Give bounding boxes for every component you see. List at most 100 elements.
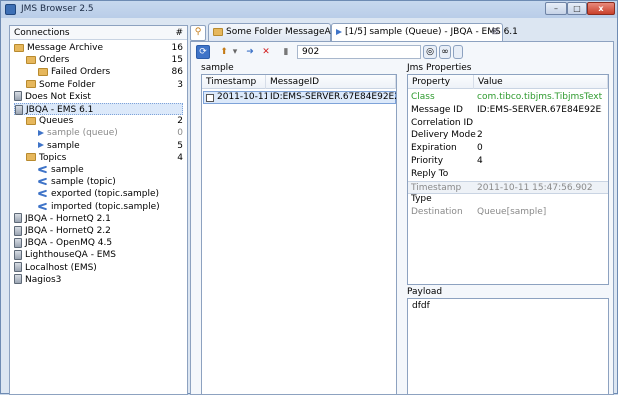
tree-item-label: sample (queue) — [47, 128, 118, 139]
jms-properties-table: Property Value Class com.tibco.tibjms.Tib… — [407, 74, 609, 285]
property-row-expiration[interactable]: Expiration 0 — [408, 142, 608, 155]
window-title: JMS Browser 2.5 — [21, 4, 94, 14]
binoculars-icon[interactable]: ∞ — [439, 45, 451, 59]
clear-filter-icon[interactable] — [453, 45, 463, 59]
property-key: Destination — [411, 207, 463, 218]
tab-sample-queue[interactable]: [1/5] sample (Queue) - JBQA - EMS 6.1 ⊠ — [331, 23, 518, 41]
property-row-message-id[interactable]: Message ID ID:EMS-SERVER.67E84E92E21025..… — [408, 104, 608, 117]
tree-item-label: JBQA - HornetQ 2.2 — [25, 226, 111, 236]
tree-item-count: 0 — [177, 128, 183, 139]
server-icon — [14, 237, 22, 248]
table-row[interactable]: 2011-10-11 ... ID:EMS-SERVER.67E84E92E21… — [203, 91, 396, 104]
close-window-button[interactable]: x — [587, 2, 615, 15]
property-row-priority[interactable]: Priority 4 — [408, 155, 608, 168]
tree-item-label: Topics — [39, 152, 67, 163]
delete-icon[interactable]: ✕ — [259, 45, 273, 59]
property-key: Expiration — [411, 143, 457, 154]
server-icon — [14, 262, 22, 273]
tree-item-lighthouseqa-ems[interactable]: LighthouseQA - EMS — [14, 249, 116, 261]
tree-item-failed-orders[interactable]: Failed Orders — [38, 66, 110, 78]
export-icon[interactable]: ⬆ — [217, 45, 231, 59]
folder-icon — [26, 55, 36, 64]
property-row-correlation-id[interactable]: Correlation ID — [408, 117, 608, 130]
tree-item-exported-topic-sample[interactable]: exported (topic.sample) — [38, 188, 159, 200]
tree-item-nagios3[interactable]: Nagios3 — [14, 274, 61, 286]
tab-some-folder[interactable]: Some Folder MessageArchive — [208, 23, 358, 41]
connections-header: Connections # — [10, 26, 187, 40]
tree-item-label: sample — [51, 165, 84, 175]
tree-item-label: imported (topic.sample) — [51, 201, 160, 212]
filter-input[interactable]: 902 — [297, 45, 421, 59]
connections-title: Connections — [14, 28, 70, 38]
column-header-messageid[interactable]: MessageID — [266, 75, 396, 89]
tree-item-label: JBQA - OpenMQ 4.5 — [25, 238, 113, 249]
queue-icon — [38, 129, 44, 136]
tree-item-label: Nagios3 — [25, 274, 62, 285]
tree-item-jbqa-ems-6-1[interactable]: JBQA - EMS 6.1 — [14, 103, 183, 115]
column-header-timestamp[interactable]: Timestamp — [202, 75, 266, 89]
property-row-timestamp[interactable]: Timestamp 2011-10-11 15:47:56.902 — [408, 180, 608, 194]
tree-item-does-not-exist[interactable]: Does Not Exist — [14, 91, 91, 103]
minimize-button[interactable]: – — [545, 2, 567, 15]
tree-item-sample-queue[interactable]: sample (queue) — [38, 127, 118, 139]
tree-item-label: Queues — [39, 116, 74, 127]
tree-item-count: 86 — [171, 67, 183, 78]
tree-item-label: sample (topic) — [51, 177, 116, 188]
close-tab-icon[interactable]: ⊠ — [491, 24, 499, 41]
property-key: Correlation ID — [411, 117, 474, 128]
folder-icon — [26, 153, 36, 162]
property-row-class[interactable]: Class com.tibco.tibjms.TibjmsTextMe... — [408, 91, 608, 104]
property-row-delivery-mode[interactable]: Delivery Mode 2 — [408, 129, 608, 142]
tree-item-queues[interactable]: Queues — [26, 115, 73, 127]
search-icon[interactable]: ⚲ — [190, 25, 206, 41]
filter-options-icon[interactable]: ◎ — [423, 45, 437, 59]
chevron-down-icon[interactable]: ▾ — [231, 45, 239, 59]
maximize-button[interactable]: □ — [567, 2, 587, 15]
tree-item-count: 16 — [171, 43, 183, 53]
tree-item-topics[interactable]: Topics — [26, 152, 66, 164]
app-window: JMS Browser 2.5 – □ x Connections # Mess… — [0, 0, 618, 395]
message-id: ID:EMS-SERVER.67E84E92E21025... — [270, 92, 396, 102]
tree-item-some-folder[interactable]: Some Folder — [26, 79, 95, 91]
property-value: ID:EMS-SERVER.67E84E92E21025... — [477, 104, 602, 115]
property-key: Message ID — [411, 104, 463, 115]
tree-item-count: 3 — [177, 79, 183, 90]
folder-icon — [213, 27, 223, 36]
tree-item-label: Does Not Exist — [25, 91, 91, 102]
property-row-reply-to[interactable]: Reply To — [408, 168, 608, 181]
send-icon[interactable]: ➜ — [243, 45, 257, 59]
messages-header-row: Timestamp MessageID — [202, 75, 396, 89]
tree-item-label: Some Folder — [39, 79, 96, 90]
tree-item-sample[interactable]: sample — [38, 140, 80, 152]
property-row-type[interactable]: Type — [408, 193, 608, 206]
payload-panel: Payload dfdf — [403, 285, 609, 395]
tree-item-jbqa-openmq-4-5[interactable]: JBQA - OpenMQ 4.5 — [14, 237, 112, 249]
tree-item-sample-topic[interactable]: sample (topic) — [38, 176, 116, 188]
server-icon — [14, 274, 22, 285]
tree-item-count: 4 — [177, 152, 183, 163]
column-header-property[interactable]: Property — [408, 75, 474, 89]
trash-icon[interactable]: ▮ — [279, 45, 293, 59]
message-timestamp: 2011-10-11 ... — [217, 92, 267, 102]
message-icon — [206, 94, 214, 102]
tree-item-orders[interactable]: Orders — [26, 54, 69, 66]
tree-item-jbqa-hornetq-2-2[interactable]: JBQA - HornetQ 2.2 — [14, 225, 111, 237]
tree-item-message-archive[interactable]: Message Archive — [14, 42, 103, 54]
server-icon — [14, 213, 22, 224]
property-key: Reply To — [411, 168, 449, 179]
folder-icon — [38, 67, 48, 76]
tree-item-localhost-ems[interactable]: Localhost (EMS) — [14, 262, 97, 274]
tree-item-label: Localhost (EMS) — [25, 262, 97, 273]
tree-item-jbqa-hornetq-2-1[interactable]: JBQA - HornetQ 2.1 — [14, 213, 111, 225]
title-bar: JMS Browser 2.5 – □ x — [1, 1, 617, 18]
tree-item-count: 15 — [171, 55, 183, 66]
server-icon — [15, 104, 23, 115]
tree-item-sample[interactable]: sample — [38, 164, 84, 176]
refresh-icon[interactable]: ⟳ — [196, 45, 210, 59]
topic-icon — [38, 178, 48, 185]
tree-item-imported-topic-sample[interactable]: imported (topic.sample) — [38, 201, 160, 213]
topic-icon — [38, 203, 48, 210]
payload-content-box[interactable]: dfdf — [407, 298, 609, 395]
column-header-value[interactable]: Value — [474, 75, 608, 89]
property-row-destination[interactable]: Destination Queue[sample] — [408, 206, 608, 219]
